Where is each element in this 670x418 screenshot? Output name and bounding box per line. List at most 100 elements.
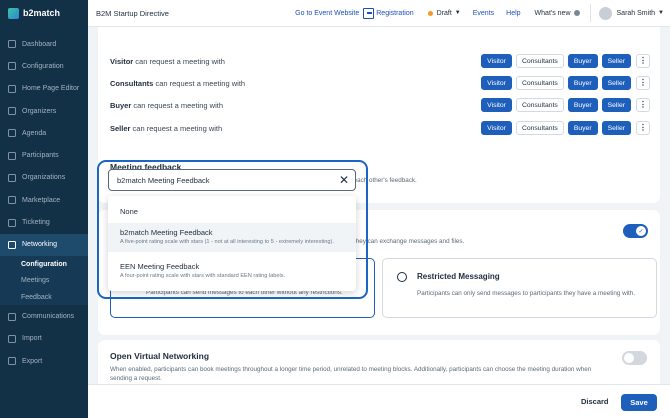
permission-row: Buyer can request a meeting with Visitor C… [110,95,650,115]
ticket-icon [8,218,16,227]
feedback-type-select[interactable]: b2match Meeting Feedback ✕ [108,169,356,191]
sidebar-item-label: Configuration [22,62,64,70]
sidebar-item-communications[interactable]: Communications [0,305,88,327]
save-button[interactable]: Save [621,394,657,411]
sidebar-item-dashboard[interactable]: Dashboard [0,33,88,55]
permission-toggle-buyer-button[interactable]: Buyer [567,98,598,112]
permission-toggle-consultants-button[interactable]: Consultants [515,54,564,68]
permission-toggle-visitor-button[interactable]: Visitor [481,121,512,135]
draft-status-dropdown[interactable]: Draft ▼ [427,10,461,17]
dashboard-icon [8,40,16,49]
user-name: Sarah Smith [616,9,656,17]
permission-toggle-consultants-button[interactable]: Consultants [515,76,564,90]
permission-toggle-consultants-button[interactable]: Consultants [515,121,564,135]
permission-toggle-buyer-button[interactable]: Buyer [567,54,598,68]
more-options-icon[interactable]: ⋮ [636,98,650,112]
feedback-type-options: None b2match Meeting Feedback A five-poi… [108,196,356,291]
sidebar-item-label: Import [22,335,42,343]
permission-row: Visitor can request a meeting with Visito… [110,51,650,71]
messaging-toggle[interactable]: ✓ [623,224,648,238]
permission-toggle-seller-button[interactable]: Seller [601,54,631,68]
more-options-icon[interactable]: ⋮ [636,121,650,135]
restricted-messaging-title: Restricted Messaging [417,272,500,281]
sidebar-item-import[interactable]: Import [0,328,88,350]
sidebar-item-marketplace[interactable]: Marketplace [0,189,88,211]
virtual-networking-description: When enabled, participants can book meet… [110,366,592,383]
permission-buttons: Visitor Consultants Buyer Seller ⋮ [477,121,650,135]
permission-label: Buyer can request a meeting with [110,101,223,110]
permission-suffix: can request a meeting with [133,100,223,110]
sidebar-subitem-configuration[interactable]: Configuration [0,255,88,273]
restricted-messaging-radio[interactable] [397,272,407,282]
sidebar-item-label: Marketplace [22,196,61,204]
option-een-feedback[interactable]: EEN Meeting Feedback A four-point rating… [108,258,356,287]
store-icon [8,196,16,205]
status-dot-icon [427,10,433,16]
restricted-messaging-option[interactable]: Restricted Messaging Participants can on… [382,258,657,318]
messaging-description: they can exchange messages and files. [354,238,465,245]
permission-toggle-buyer-button[interactable]: Buyer [567,76,598,90]
help-link[interactable]: Help [506,10,520,17]
sidebar-item-export[interactable]: Export [0,350,88,372]
sidebar-item-participants[interactable]: Participants [0,144,88,166]
option-title: None [120,207,138,216]
more-options-icon[interactable]: ⋮ [636,54,650,68]
caret-down-icon: ▼ [454,10,461,16]
brand[interactable]: b2match [0,0,88,27]
registration-label: Registration [376,9,414,17]
brand-name: b2match [23,8,61,18]
option-description: A five-point rating scale with stars (1 … [120,239,334,245]
event-name: B2M Startup Directive [96,8,169,18]
sidebar-item-organizers[interactable]: Organizers [0,100,88,122]
top-bar: b2match B2M Startup Directive Go to Even… [0,0,670,27]
gear-icon [8,62,16,71]
go-to-event-link[interactable]: Go to Event Website [295,10,359,17]
toggle-knob [624,353,634,363]
option-b2match-feedback[interactable]: b2match Meeting Feedback A five-point ra… [108,223,356,252]
whats-new-button[interactable]: What's new [535,10,580,17]
permission-label: Consultants can request a meeting with [110,79,245,88]
sidebar-item-label: Organizers [22,107,57,115]
footer-bar: Discard Save [88,384,670,418]
feedback-type-value: b2match Meeting Feedback [117,175,210,185]
registration-link[interactable]: Registration [363,7,414,19]
sidebar-item-ticketing[interactable]: Ticketing [0,211,88,233]
permission-role: Buyer [110,100,132,110]
permission-buttons: Visitor Consultants Buyer Seller ⋮ [477,54,650,68]
permission-suffix: can request a meeting with [132,123,223,133]
sidebar-subitem-feedback[interactable]: Feedback [0,288,88,306]
networking-icon [8,240,16,249]
permission-toggle-visitor-button[interactable]: Visitor [481,76,512,90]
whats-new-label: What's new [534,9,571,17]
more-options-icon[interactable]: ⋮ [636,76,650,90]
chat-icon [8,312,16,321]
sidebar-item-home-page-editor[interactable]: Home Page Editor [0,78,88,100]
user-menu[interactable]: Sarah Smith ▼ [598,6,664,20]
sidebar-item-configuration[interactable]: Configuration [0,55,88,77]
notification-dot-icon [573,10,580,16]
permission-toggle-buyer-button[interactable]: Buyer [567,121,598,135]
sidebar-subitem-meetings[interactable]: Meetings [0,272,88,289]
permission-toggle-visitor-button[interactable]: Visitor [481,98,512,112]
b2match-logo-icon [8,7,19,19]
option-none[interactable]: None [108,203,356,221]
login-icon [363,7,375,19]
events-link[interactable]: Events [473,10,494,17]
sidebar-item-agenda[interactable]: Agenda [0,122,88,144]
permission-toggle-visitor-button[interactable]: Visitor [481,54,512,68]
permission-toggle-seller-button[interactable]: Seller [601,121,631,135]
discard-button[interactable]: Discard [581,397,609,406]
permission-suffix: can request a meeting with [135,56,225,66]
sidebar-item-networking[interactable]: Networking [0,233,88,256]
export-icon [8,357,16,366]
permission-toggle-consultants-button[interactable]: Consultants [515,98,564,112]
close-icon[interactable]: ✕ [339,173,349,187]
permission-toggle-seller-button[interactable]: Seller [601,98,631,112]
virtual-networking-toggle[interactable] [622,351,647,365]
permission-toggle-seller-button[interactable]: Seller [601,76,631,90]
sidebar-item-label: Networking [22,241,58,249]
sidebar-item-organizations[interactable]: Organizations [0,167,88,189]
option-title: EEN Meeting Feedback [120,262,200,271]
check-icon: ✓ [636,226,646,236]
permission-label: Seller can request a meeting with [110,124,222,133]
